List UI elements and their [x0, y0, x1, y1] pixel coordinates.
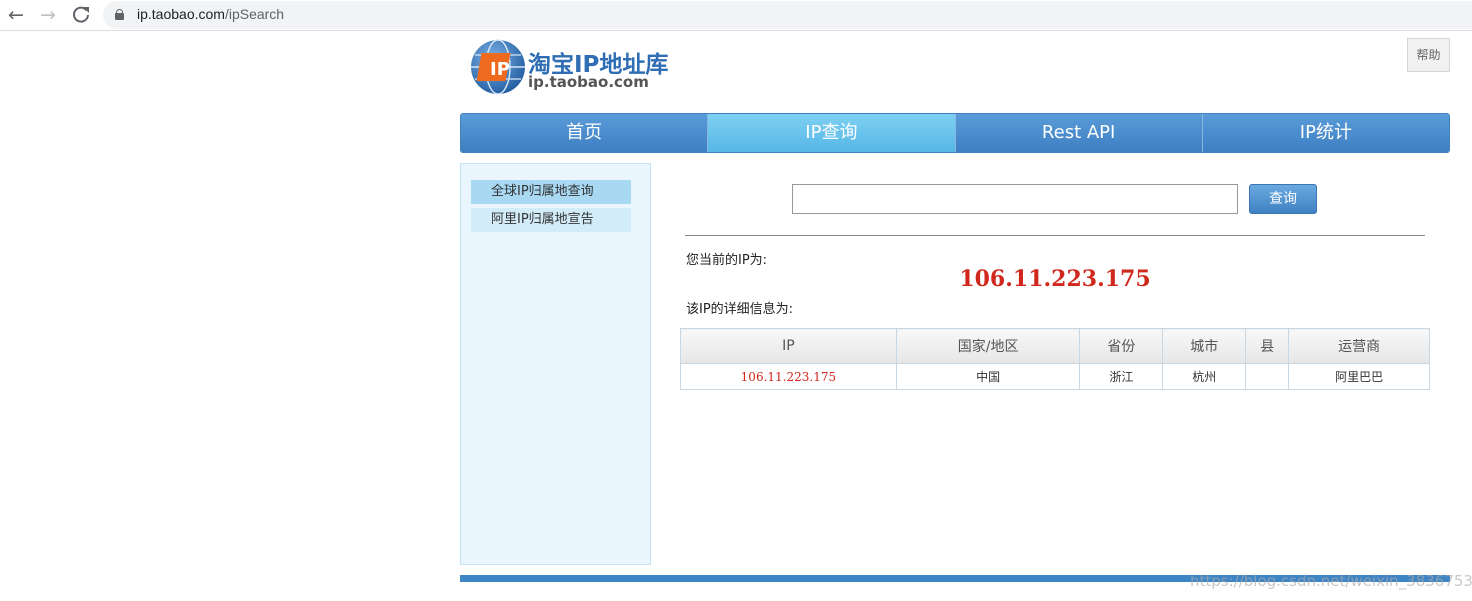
detail-label: 该IP的详细信息为:	[686, 302, 794, 317]
table-row: 106.11.223.175 中国 浙江 杭州 阿里巴巴	[680, 363, 1430, 390]
table-header-row: IP 国家/地区 省份 城市 县 运营商	[680, 328, 1430, 364]
column-header-county: 县	[1245, 328, 1290, 364]
sidebar-item-global-ip-query[interactable]: 全球IP归属地查询	[471, 180, 631, 204]
column-header-province: 省份	[1079, 328, 1164, 364]
url-text[interactable]: ip.taobao.com/ipSearch	[137, 6, 284, 22]
tab-ip-query[interactable]: IP查询	[708, 114, 956, 152]
table-cell-ip: 106.11.223.175	[680, 363, 897, 390]
ip-detail-table: IP 国家/地区 省份 城市 县 运营商 106.11.223.175 中国 浙…	[680, 328, 1430, 390]
globe-logo-icon: IP	[471, 39, 525, 95]
current-ip-value: 106.11.223.175	[959, 266, 1151, 292]
sidebar: 全球IP归属地查询 阿里IP归属地宣告	[460, 163, 651, 565]
column-header-isp: 运营商	[1288, 328, 1430, 364]
logo-subtitle: ip.taobao.com	[528, 73, 649, 91]
table-cell-isp: 阿里巴巴	[1288, 363, 1430, 390]
divider	[685, 235, 1425, 236]
site-logo[interactable]: IP 淘宝IP地址库 ip.taobao.com	[470, 39, 680, 99]
tab-ip-stats[interactable]: IP统计	[1202, 114, 1449, 152]
column-header-city: 城市	[1162, 328, 1247, 364]
column-header-country: 国家/地区	[895, 328, 1081, 364]
sidebar-item-ali-ip-announce[interactable]: 阿里IP归属地宣告	[471, 208, 631, 232]
query-button[interactable]: 查询	[1249, 184, 1317, 214]
back-arrow-icon[interactable]: ←	[4, 3, 28, 27]
reload-icon[interactable]	[69, 3, 93, 27]
ip-search-input[interactable]	[792, 184, 1238, 214]
table-cell-province: 浙江	[1079, 363, 1164, 390]
forward-arrow-icon[interactable]: →	[36, 3, 60, 27]
table-cell-city: 杭州	[1162, 363, 1247, 390]
tab-home[interactable]: 首页	[461, 114, 709, 152]
table-cell-country: 中国	[895, 363, 1081, 390]
url-host: ip.taobao.com	[137, 6, 225, 22]
watermark-text: https://blog.csdn.net/weixin_38367535	[1190, 572, 1472, 590]
column-header-ip: IP	[680, 328, 897, 364]
logo-emblem-text: IP	[490, 59, 510, 80]
url-path: /ipSearch	[224, 6, 285, 22]
main-nav: 首页 IP查询 Rest API IP统计	[460, 113, 1450, 153]
table-cell-county	[1245, 363, 1290, 390]
reload-icon-svg	[73, 6, 89, 23]
lock-icon	[115, 9, 124, 20]
browser-toolbar: ← → ip.taobao.com/ipSearch	[0, 0, 1472, 31]
help-button[interactable]: 帮助	[1407, 38, 1450, 72]
tab-rest-api[interactable]: Rest API	[955, 114, 1203, 152]
current-ip-label: 您当前的IP为:	[686, 253, 768, 268]
address-bar[interactable]: ip.taobao.com/ipSearch	[103, 1, 1472, 29]
